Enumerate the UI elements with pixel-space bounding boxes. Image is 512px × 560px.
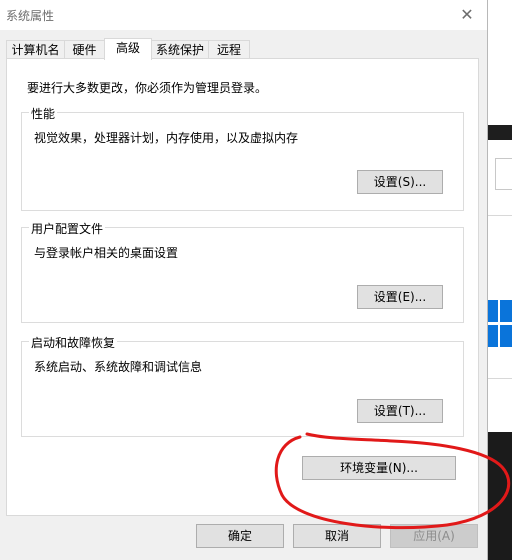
user-profiles-description: 与登录帐户相关的桌面设置 bbox=[34, 246, 179, 260]
performance-settings-button[interactable]: 设置(S)... bbox=[357, 170, 443, 194]
tab-hardware[interactable]: 硬件 bbox=[64, 40, 105, 59]
startup-recovery-group-title: 启动和故障恢复 bbox=[29, 334, 118, 351]
windows-logo-icon bbox=[487, 300, 512, 350]
performance-group: 性能 视觉效果，处理器计划，内存使用，以及虚拟内存 设置(S)... bbox=[21, 105, 464, 211]
desktop-taskbar-area bbox=[487, 432, 512, 560]
system-properties-dialog: 系统属性 ✕ 计算机名 硬件 高级 系统保护 远程 要进行大多数更改，你必须作为… bbox=[0, 0, 488, 560]
startup-recovery-group: 启动和故障恢复 系统启动、系统故障和调试信息 设置(T)... bbox=[21, 334, 464, 437]
title-bar: 系统属性 ✕ bbox=[0, 0, 487, 30]
ok-button[interactable]: 确定 bbox=[196, 524, 284, 548]
performance-description: 视觉效果，处理器计划，内存使用，以及虚拟内存 bbox=[34, 131, 299, 145]
desktop-divider bbox=[487, 378, 512, 379]
user-profiles-group-title: 用户配置文件 bbox=[29, 220, 106, 237]
tab-system-protection[interactable]: 系统保护 bbox=[151, 40, 209, 59]
environment-variables-button[interactable]: 环境变量(N)... bbox=[302, 456, 456, 480]
tab-advanced[interactable]: 高级 bbox=[104, 38, 152, 60]
desktop-divider bbox=[487, 215, 512, 216]
desktop-search-box bbox=[495, 158, 512, 190]
desktop-dark-band bbox=[487, 125, 512, 140]
startup-recovery-settings-button[interactable]: 设置(T)... bbox=[357, 399, 443, 423]
admin-notice: 要进行大多数更改，你必须作为管理员登录。 bbox=[27, 81, 268, 95]
window-title: 系统属性 bbox=[6, 9, 55, 23]
tab-computer-name[interactable]: 计算机名 bbox=[6, 40, 65, 59]
user-profiles-group: 用户配置文件 与登录帐户相关的桌面设置 设置(E)... bbox=[21, 220, 464, 323]
apply-button[interactable]: 应用(A) bbox=[390, 524, 478, 548]
advanced-tab-panel: 要进行大多数更改，你必须作为管理员登录。 性能 视觉效果，处理器计划，内存使用，… bbox=[6, 58, 479, 516]
close-icon[interactable]: ✕ bbox=[455, 3, 479, 27]
tab-remote[interactable]: 远程 bbox=[208, 40, 250, 59]
user-profiles-settings-button[interactable]: 设置(E)... bbox=[357, 285, 443, 309]
startup-recovery-description: 系统启动、系统故障和调试信息 bbox=[34, 360, 203, 374]
performance-group-title: 性能 bbox=[29, 105, 58, 122]
cancel-button[interactable]: 取消 bbox=[293, 524, 381, 548]
